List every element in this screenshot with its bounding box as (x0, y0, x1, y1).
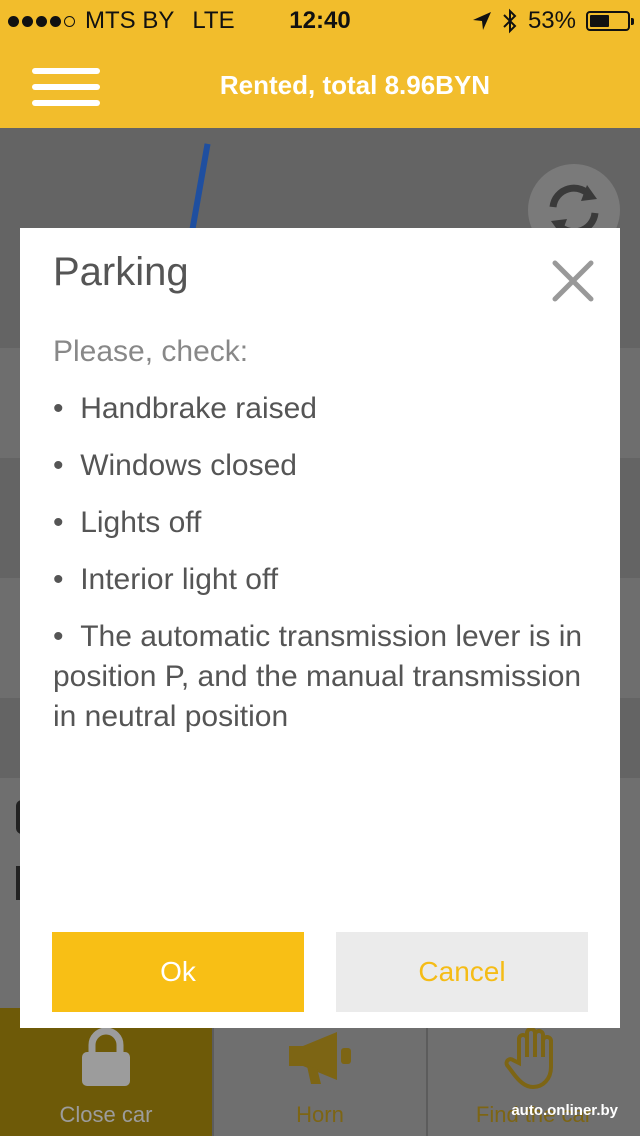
page-title: Rented, total 8.96BYN (219, 70, 491, 100)
checklist-item: • Handbrake raised (53, 392, 317, 425)
close-icon[interactable] (550, 258, 596, 304)
hand-icon (503, 1027, 565, 1089)
menu-icon[interactable] (32, 68, 100, 106)
lock-icon (80, 1028, 132, 1088)
dialog-intro: Please, check: (53, 335, 249, 368)
battery-icon (586, 11, 634, 31)
checklist-item: • The automatic transmission lever is in… (53, 620, 583, 733)
battery-percent: 53% (527, 7, 576, 34)
checklist-item: • Interior light off (53, 563, 279, 596)
cancel-button[interactable]: Cancel (336, 932, 588, 1012)
location-arrow-icon (472, 12, 491, 30)
status-bar: MTS BY LTE 12:40 53% (0, 0, 640, 40)
checklist-item: • Lights off (53, 506, 202, 539)
ok-button[interactable]: Ok (52, 932, 304, 1012)
checklist-item: • Windows closed (53, 449, 297, 482)
parking-dialog: Parking Please, check: • Handbrake raise… (20, 228, 620, 1028)
watermark: auto.onliner.by (511, 1102, 618, 1119)
nav-bar: Rented, total 8.96BYN (0, 40, 640, 128)
dialog-title: Parking (53, 250, 189, 294)
bluetooth-icon (503, 8, 517, 34)
tab-label: Close car (59, 1102, 153, 1127)
status-right: 53% (472, 7, 634, 35)
tab-label: Horn (296, 1102, 344, 1127)
megaphone-icon (287, 1028, 353, 1088)
dialog-message: Please, check: • Handbrake raised • Wind… (53, 332, 593, 754)
